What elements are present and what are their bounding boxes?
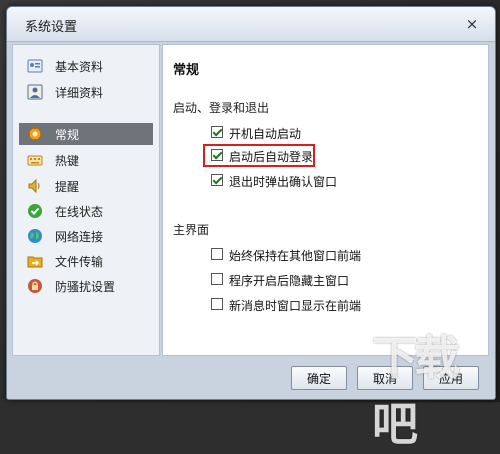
auto-start-checkbox[interactable] (211, 126, 223, 138)
file-transfer-icon (27, 256, 43, 268)
sidebar-item-label: 热键 (55, 154, 80, 168)
sidebar-item-label: 详细资料 (55, 86, 104, 100)
checkbox-label: 始终保持在其他窗口前端 (229, 249, 362, 263)
globe-icon (28, 229, 42, 243)
gear-icon (27, 126, 43, 142)
speaker-icon (28, 178, 40, 194)
sidebar-item-basic-info[interactable]: 基本资料 (19, 55, 153, 77)
keyboard-icon (27, 155, 43, 166)
sidebar-item-reminders[interactable]: 提醒 (19, 175, 153, 197)
sidebar-item-label: 防骚扰设置 (55, 280, 116, 294)
profile-card-icon (27, 59, 43, 73)
show-on-message-checkbox[interactable] (211, 298, 223, 310)
sidebar-item-label: 常规 (55, 128, 80, 142)
close-icon[interactable]: × (463, 15, 481, 33)
checkbox-label: 程序开启后隐藏主窗口 (229, 274, 350, 288)
sidebar-item-detail-info[interactable]: 详细资料 (19, 81, 153, 103)
sidebar-item-label: 网络连接 (55, 230, 104, 244)
sidebar-item-general[interactable]: 常规 (19, 123, 153, 145)
group-label-startup: 启动、登录和退出 (173, 101, 270, 115)
page-title: 常规 (173, 63, 200, 78)
online-status-icon (28, 204, 42, 218)
ok-button[interactable]: 确定 (291, 366, 347, 390)
checkbox-label: 退出时弹出确认窗口 (229, 175, 338, 189)
settings-sidebar: 基本资料 详细资料 常规 热键 提醒 在线状态 网络连接 文件传输 防骚扰设置 (12, 44, 160, 356)
shield-lock-icon (28, 279, 42, 293)
checkbox-label: 开机自动启动 (229, 127, 302, 141)
sidebar-item-file-transfer[interactable]: 文件传输 (19, 250, 153, 272)
window-title: 系统设置 (25, 20, 78, 35)
group-label-main-ui: 主界面 (173, 223, 210, 237)
always-on-top-checkbox[interactable] (211, 248, 223, 260)
checkbox-label: 新消息时窗口显示在前端 (229, 299, 362, 313)
sidebar-item-label: 基本资料 (55, 60, 104, 74)
watermark: 下载吧 (372, 331, 460, 451)
settings-content-panel: 常规 启动、登录和退出 开机自动启动 启动后自动登录 退出时弹出确认窗口 主界面… (162, 44, 489, 356)
title-bar[interactable]: 系统设置 × (7, 7, 495, 42)
sidebar-item-anti-harassment[interactable]: 防骚扰设置 (19, 275, 153, 297)
detail-card-icon (27, 84, 43, 100)
sidebar-item-online-status[interactable]: 在线状态 (19, 200, 153, 222)
sidebar-item-label: 在线状态 (55, 205, 104, 219)
sidebar-item-label: 文件传输 (55, 255, 104, 269)
exit-confirm-checkbox[interactable] (211, 174, 223, 186)
highlight-box (203, 144, 315, 167)
sidebar-item-network[interactable]: 网络连接 (19, 225, 153, 247)
sidebar-item-label: 提醒 (55, 180, 80, 194)
sidebar-item-hotkeys[interactable]: 热键 (19, 149, 153, 171)
hide-main-window-checkbox[interactable] (211, 273, 223, 285)
